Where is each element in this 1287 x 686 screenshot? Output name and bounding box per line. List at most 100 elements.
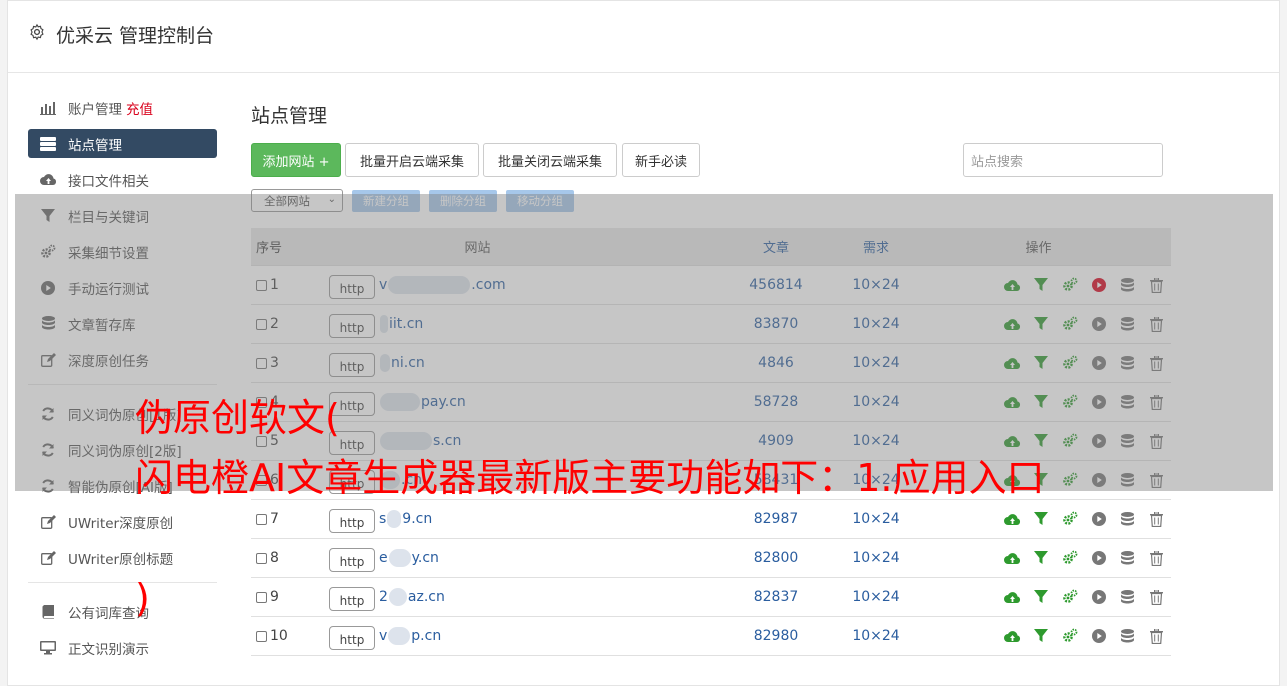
gear-icon <box>30 23 44 41</box>
trash-icon[interactable] <box>1142 628 1171 644</box>
demand-value[interactable]: 10×24 <box>846 511 906 527</box>
cloud-upload-icon[interactable] <box>998 550 1027 566</box>
table-row: 8 http e y.cn 82800 10×24 <box>251 539 1171 578</box>
http-badge: http <box>329 548 375 572</box>
main-content: 站点管理 添加网站 + 批量开启云端采集 批量关闭云端采集 新手必读 站点搜索 … <box>251 101 1181 656</box>
overlay-text-line2: 闪电橙AI文章生成器最新版主要功能如下：1.应用入口 <box>135 456 1045 500</box>
demand-value[interactable]: 10×24 <box>846 589 906 605</box>
play-circle-icon[interactable] <box>1084 628 1113 644</box>
row-checkbox[interactable] <box>256 630 267 642</box>
redaction-blur <box>388 549 411 567</box>
http-badge: http <box>329 509 375 533</box>
sidebar-item-label: 账户管理 <box>68 101 122 118</box>
row-number-label: 9 <box>270 589 279 605</box>
sidebar-item-main-2[interactable]: 接口文件相关 <box>28 165 217 194</box>
site-link[interactable]: v p.cn <box>379 627 441 645</box>
cloud-upload-icon[interactable] <box>998 628 1027 644</box>
sidebar-item-tools-4[interactable]: UWriter原创标题 <box>28 543 217 572</box>
article-count[interactable]: 82987 <box>706 511 846 527</box>
sidebar-item-misc-1[interactable]: 正文识别演示 <box>28 633 217 662</box>
overlay-text-line1: 伪原创软文( <box>135 396 340 440</box>
sidebar-item-tools-3[interactable]: UWriter深度原创 <box>28 507 217 536</box>
filter-icon[interactable] <box>1027 589 1056 605</box>
table-row: 7 http s 9.cn 82987 10×24 <box>251 500 1171 539</box>
sidebar-item-main-1[interactable]: 站点管理 <box>28 129 217 158</box>
database-icon[interactable] <box>1113 589 1142 605</box>
database-icon[interactable] <box>1113 511 1142 527</box>
row-number-label: 8 <box>270 550 279 566</box>
trash-icon[interactable] <box>1142 550 1171 566</box>
demand-value[interactable]: 10×24 <box>846 550 906 566</box>
article-count[interactable]: 82980 <box>706 628 846 644</box>
row-number: 7 <box>251 511 329 527</box>
site-suffix: p.cn <box>411 628 442 644</box>
demand-value[interactable]: 10×24 <box>846 628 906 644</box>
sidebar-item-label: 接口文件相关 <box>68 173 149 190</box>
sidebar-item-misc-0[interactable]: 公有词库查询 <box>28 597 217 626</box>
play-circle-icon[interactable] <box>1084 511 1113 527</box>
edit-icon <box>38 550 58 566</box>
play-circle-icon[interactable] <box>1084 550 1113 566</box>
sidebar-item-label: 正文识别演示 <box>68 641 149 658</box>
trash-icon[interactable] <box>1142 511 1171 527</box>
cogs-icon[interactable] <box>1056 511 1085 527</box>
site-cell: http 2 az.cn <box>329 583 706 611</box>
filter-icon[interactable] <box>1027 628 1056 644</box>
batch-open-cloud-button[interactable]: 批量开启云端采集 <box>345 143 479 177</box>
add-site-button[interactable]: 添加网站 + <box>251 143 341 177</box>
row-checkbox[interactable] <box>256 513 267 525</box>
bar-chart-icon <box>38 100 58 116</box>
site-link[interactable]: 2 az.cn <box>379 588 445 606</box>
gray-overlay <box>15 194 1273 491</box>
cloud-upload-icon[interactable] <box>998 511 1027 527</box>
guide-button[interactable]: 新手必读 <box>622 143 700 177</box>
sidebar-item-main-0[interactable]: 账户管理 充值 <box>28 93 217 122</box>
site-prefix: v <box>379 628 388 644</box>
row-number-label: 10 <box>270 628 288 644</box>
database-icon[interactable] <box>1113 550 1142 566</box>
batch-close-cloud-button[interactable]: 批量关闭云端采集 <box>483 143 617 177</box>
trash-icon[interactable] <box>1142 589 1171 605</box>
filter-icon[interactable] <box>1027 511 1056 527</box>
row-actions <box>906 550 1171 566</box>
row-checkbox[interactable] <box>256 552 267 564</box>
cogs-icon[interactable] <box>1056 589 1085 605</box>
redaction-blur <box>388 627 411 645</box>
http-badge: http <box>329 587 375 611</box>
site-link[interactable]: s 9.cn <box>379 510 432 528</box>
row-number: 10 <box>251 628 329 644</box>
sidebar-item-label: UWriter原创标题 <box>68 551 174 568</box>
toolbar: 添加网站 + 批量开启云端采集 批量关闭云端采集 新手必读 站点搜索 <box>251 143 1171 177</box>
overlay-text-line3: ) <box>135 576 150 620</box>
site-link[interactable]: e y.cn <box>379 549 439 567</box>
row-number: 8 <box>251 550 329 566</box>
row-checkbox[interactable] <box>256 591 267 603</box>
row-actions <box>906 589 1171 605</box>
row-actions <box>906 511 1171 527</box>
sidebar-item-label: UWriter深度原创 <box>68 515 174 532</box>
page-title: 站点管理 <box>251 105 328 127</box>
play-circle-icon[interactable] <box>1084 589 1113 605</box>
cogs-icon[interactable] <box>1056 550 1085 566</box>
database-icon[interactable] <box>1113 628 1142 644</box>
http-badge: http <box>329 626 375 650</box>
cloud-upload-icon[interactable] <box>998 589 1027 605</box>
site-search-input[interactable]: 站点搜索 <box>963 143 1163 177</box>
cloud-upload-icon <box>38 172 58 188</box>
table-row: 9 http 2 az.cn 82837 10×24 <box>251 578 1171 617</box>
site-suffix: y.cn <box>411 550 439 566</box>
article-count[interactable]: 82800 <box>706 550 846 566</box>
edit-icon <box>38 514 58 530</box>
site-suffix: az.cn <box>407 589 445 605</box>
divider <box>28 582 217 583</box>
recharge-link[interactable]: 充值 <box>126 98 153 118</box>
row-number-label: 7 <box>270 511 279 527</box>
filter-icon[interactable] <box>1027 550 1056 566</box>
monitor-icon <box>38 640 58 656</box>
site-cell: http v p.cn <box>329 622 706 650</box>
site-cell: http e y.cn <box>329 544 706 572</box>
cogs-icon[interactable] <box>1056 628 1085 644</box>
redaction-blur <box>388 588 407 606</box>
article-count[interactable]: 82837 <box>706 589 846 605</box>
row-actions <box>906 628 1171 644</box>
